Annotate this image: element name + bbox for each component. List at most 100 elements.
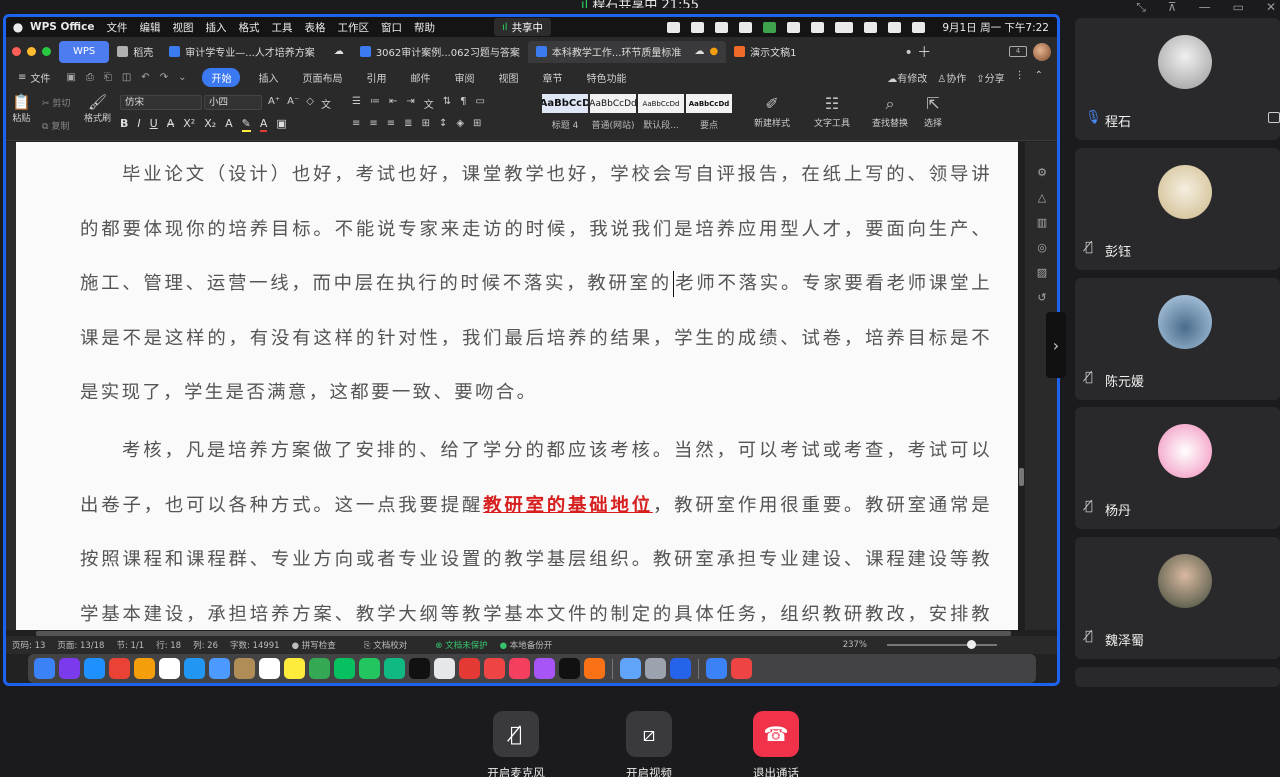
clear-format-icon[interactable]: ◇ xyxy=(306,96,314,111)
text-tools-button[interactable]: ☷ 文字工具 xyxy=(814,94,850,129)
zoom-icon[interactable] xyxy=(42,47,51,56)
new-tab-icon[interactable]: • ＋ xyxy=(905,42,932,62)
border-icon[interactable]: ⊞ xyxy=(473,118,481,129)
spell-check-button[interactable]: ● 拼写检查 xyxy=(292,639,336,651)
collapse-panel-button[interactable]: › xyxy=(1046,312,1066,378)
line-spacing-icon[interactable]: ↕ xyxy=(439,118,447,129)
shading-icon[interactable]: ◈ xyxy=(456,118,464,129)
dock-app-icon[interactable] xyxy=(284,658,305,679)
local-backup-status[interactable]: ● 本地备份开 xyxy=(500,639,553,651)
tab-start[interactable]: 开始 xyxy=(202,67,241,87)
file-menu[interactable]: 文件 xyxy=(30,70,50,85)
underline-icon[interactable]: U xyxy=(150,117,158,132)
dock-app-icon[interactable] xyxy=(209,658,230,679)
paste-button[interactable]: 📋 粘贴 xyxy=(12,93,31,124)
justify-icon[interactable]: ≣ xyxy=(404,118,412,129)
tab-page-layout[interactable]: 页面布局 xyxy=(302,70,342,85)
settings-sliders-icon[interactable]: ⚙ xyxy=(1037,166,1047,179)
save-icon[interactable]: ▣ xyxy=(66,72,75,83)
status-icon[interactable] xyxy=(667,21,681,33)
select-button[interactable]: ⇱ 选择 xyxy=(924,94,942,129)
dock-app-icon[interactable] xyxy=(359,658,380,679)
participant-card[interactable]: 🎙̸ 杨丹 xyxy=(1075,407,1280,529)
dock-app-icon[interactable] xyxy=(34,658,55,679)
participant-card-partial[interactable] xyxy=(1075,667,1280,687)
dock-app-icon[interactable] xyxy=(534,658,555,679)
collaborate-button[interactable]: ♙协作 xyxy=(937,70,966,85)
doc-proof-button[interactable]: ⎘ 文档校对 xyxy=(364,639,408,651)
video-toggle-button[interactable]: ⧄ xyxy=(626,711,672,757)
dock-app-icon[interactable] xyxy=(109,658,130,679)
history-icon[interactable]: ↺ xyxy=(1037,291,1046,304)
layout-icon[interactable]: 4 xyxy=(1009,46,1027,57)
table-draw-icon[interactable]: ▭ xyxy=(476,96,485,111)
battery-icon[interactable] xyxy=(835,21,854,33)
dock-app-icon[interactable] xyxy=(509,658,530,679)
copy-button[interactable]: ⧉ 复制 xyxy=(42,119,69,132)
strikethrough-icon[interactable]: A̶ xyxy=(167,117,175,132)
font-size-select[interactable]: 小四 xyxy=(204,95,262,110)
zoom-slider[interactable] xyxy=(887,640,997,649)
participant-card[interactable]: 🎙̸ 彭钰 xyxy=(1075,148,1280,270)
bullets-icon[interactable]: ☰ xyxy=(352,96,361,111)
status-icon[interactable] xyxy=(691,21,705,33)
tab-mail[interactable]: 邮件 xyxy=(410,70,430,85)
dock-app-icon[interactable] xyxy=(259,658,280,679)
doc-protect-status[interactable]: ⊗ 文档未保护 xyxy=(435,639,487,651)
print-icon[interactable]: ⎗ xyxy=(104,72,112,83)
menu-item[interactable]: 格式 xyxy=(238,20,259,35)
shapes-icon[interactable]: △ xyxy=(1038,191,1046,204)
tab-review[interactable]: 审阅 xyxy=(454,70,474,85)
new-style-button[interactable]: ✐ 新建样式 xyxy=(754,94,790,129)
menu-item[interactable]: 编辑 xyxy=(139,20,160,35)
bluetooth-icon[interactable] xyxy=(811,21,825,33)
grow-font-icon[interactable]: A⁺ xyxy=(268,96,280,111)
zoom-level[interactable]: 237% xyxy=(843,640,867,650)
dock-app-icon[interactable] xyxy=(184,658,205,679)
dock-app-icon[interactable] xyxy=(409,658,430,679)
dock-app-icon[interactable] xyxy=(309,658,330,679)
search-icon[interactable] xyxy=(888,21,902,33)
subscript-icon[interactable]: X₂ xyxy=(204,117,216,132)
dock-app-icon[interactable] xyxy=(620,658,641,679)
dock-app-icon[interactable] xyxy=(484,658,505,679)
chevron-down-icon[interactable]: ⌄ xyxy=(178,72,186,83)
status-page[interactable]: 页面: 13/18 xyxy=(57,639,104,651)
pin-icon[interactable]: ⊼ xyxy=(1168,0,1177,12)
more-icon[interactable]: ⋮ xyxy=(1015,70,1025,85)
sort-icon[interactable]: ⇅ xyxy=(443,96,451,111)
highlight-icon[interactable]: ✎ xyxy=(241,117,251,132)
apple-icon[interactable]: ● xyxy=(6,20,30,34)
style-heading4[interactable]: AaBbCcD xyxy=(542,94,588,113)
collapse-ribbon-icon[interactable]: ⌃ xyxy=(1035,70,1043,85)
modified-button[interactable]: ☁有修改 xyxy=(887,70,927,85)
superscript-icon[interactable]: X² xyxy=(183,117,195,132)
export-icon[interactable]: ⎙ xyxy=(86,72,94,83)
dock-app-icon[interactable] xyxy=(134,658,155,679)
align-right-icon[interactable]: ≡ xyxy=(387,118,395,129)
preview-icon[interactable]: ◫ xyxy=(122,72,131,83)
font-name-select[interactable]: 仿宋 xyxy=(120,95,202,110)
dock-app-icon[interactable] xyxy=(645,658,666,679)
dock-app-icon[interactable] xyxy=(59,658,80,679)
dock-app-icon[interactable] xyxy=(234,658,255,679)
document-page[interactable]: 毕业论文（设计）也好，考试也好，课堂教学也好，学校会写自评报告，在纸上写的、领导… xyxy=(16,142,1022,631)
share-button[interactable]: ⇪分享 xyxy=(976,70,1004,85)
image-icon[interactable]: ▨ xyxy=(1037,266,1047,279)
paragraph[interactable]: 考核，凡是培养方案做了安排的、给了学分的都应该考核。当然，可以考试或考查，考试可… xyxy=(80,424,992,631)
dock-app-icon[interactable] xyxy=(84,658,105,679)
clock[interactable]: 9月1日 周一 下午7:22 xyxy=(942,20,1049,35)
paragraph[interactable]: 毕业论文（设计）也好，考试也好，课堂教学也好，学校会写自评报告，在纸上写的、领导… xyxy=(80,148,992,421)
avatar[interactable] xyxy=(1033,42,1051,61)
dock-app-icon[interactable] xyxy=(559,658,580,679)
redo-icon[interactable]: ↷ xyxy=(160,72,168,83)
participant-card[interactable]: 🎙̸ 魏泽蜀 xyxy=(1075,537,1280,659)
tab-insert[interactable]: 插入 xyxy=(258,70,278,85)
sharing-indicator[interactable]: ıl 共享中 xyxy=(494,18,552,36)
dock-app-icon[interactable] xyxy=(731,658,752,679)
style-normal-web[interactable]: AaBbCcDd xyxy=(590,94,636,113)
tab-document[interactable]: 审计学专业—...人才培养方案 ☁ xyxy=(161,41,352,63)
dock-app-icon[interactable] xyxy=(434,658,455,679)
shared-screen[interactable]: ● WPS Office 文件 编辑 视图 插入 格式 工具 表格 工作区 窗口… xyxy=(3,14,1060,686)
status-word-count[interactable]: 字数: 14991 xyxy=(230,639,280,651)
